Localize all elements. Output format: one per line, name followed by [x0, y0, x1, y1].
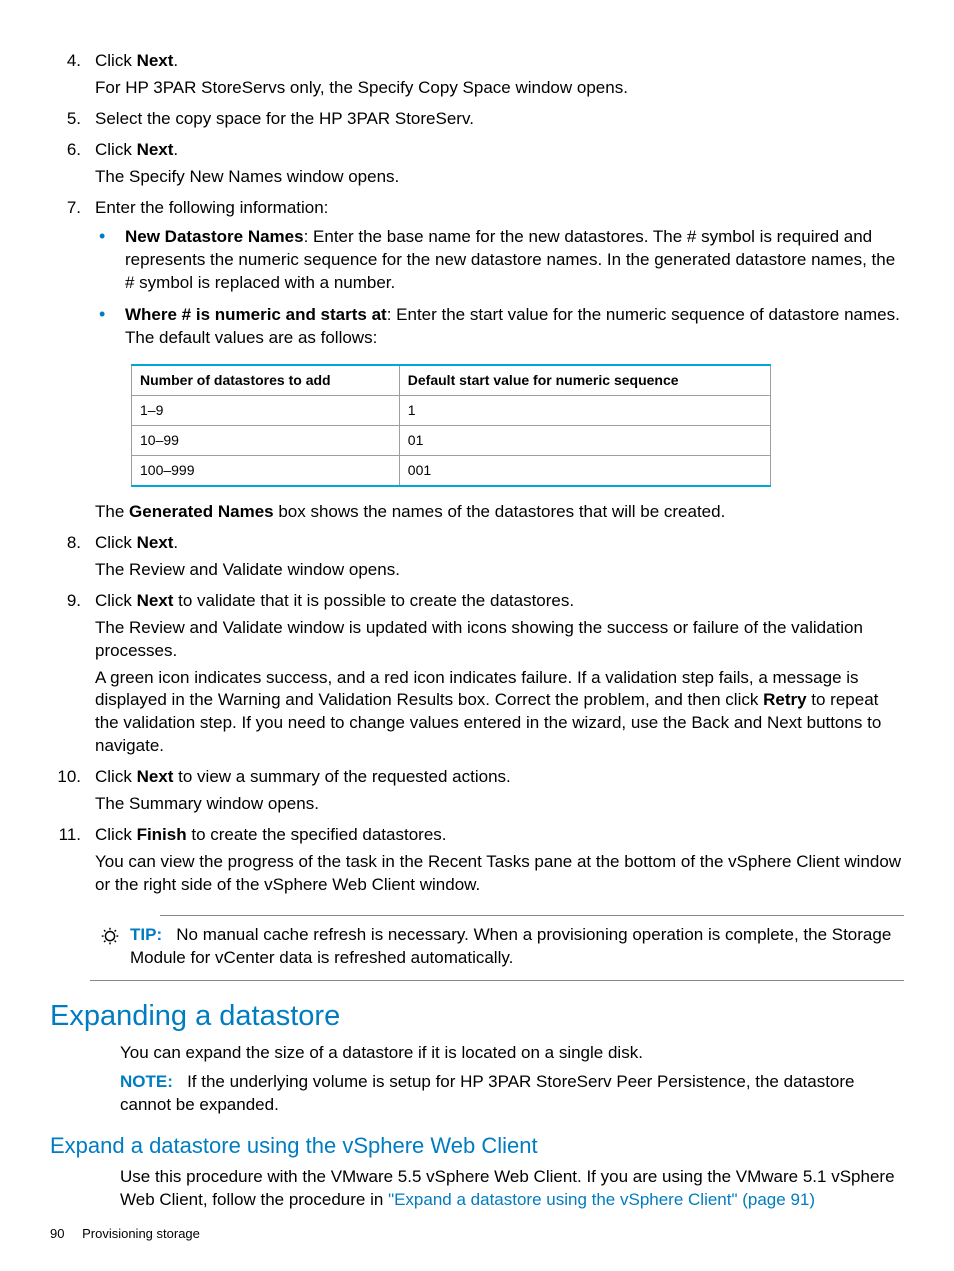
bullet-icon: •	[95, 304, 125, 354]
step-body: Click Finish to create the specified dat…	[95, 824, 904, 901]
bullet-list: • New Datastore Names: Enter the base na…	[95, 226, 904, 355]
step-number: 9.	[50, 590, 95, 763]
generated-names-note: The Generated Names box shows the names …	[95, 501, 904, 524]
step-body: Click Next. For HP 3PAR StoreServs only,…	[95, 50, 904, 104]
step-number: 6.	[50, 139, 95, 193]
step-4: 4. Click Next. For HP 3PAR StoreServs on…	[50, 50, 904, 104]
step-5: 5. Select the copy space for the HP 3PAR…	[50, 108, 904, 135]
step-6: 6. Click Next. The Specify New Names win…	[50, 139, 904, 193]
table-header: Number of datastores to add	[132, 365, 400, 395]
step-number: 4.	[50, 50, 95, 104]
step-body: Select the copy space for the HP 3PAR St…	[95, 108, 904, 135]
tip-lightbulb-icon	[90, 924, 130, 970]
section-body: You can expand the size of a datastore i…	[120, 1042, 904, 1117]
step-body: Enter the following information: • New D…	[95, 197, 904, 528]
divider	[90, 980, 904, 981]
defaults-table: Number of datastores to add Default star…	[131, 364, 771, 487]
bullet-item: • New Datastore Names: Enter the base na…	[95, 226, 904, 299]
heading-expand-web-client: Expand a datastore using the vSphere Web…	[50, 1131, 904, 1161]
step-number: 11.	[50, 824, 95, 901]
page-number: 90	[50, 1226, 64, 1241]
step-7: 7. Enter the following information: • Ne…	[50, 197, 904, 528]
table-header: Default start value for numeric sequence	[399, 365, 770, 395]
heading-expanding-datastore: Expanding a datastore	[50, 997, 904, 1036]
table-row: 10–99 01	[132, 426, 771, 456]
link-expand-vsphere-client[interactable]: "Expand a datastore using the vSphere Cl…	[388, 1190, 815, 1209]
step-body: Click Next to validate that it is possib…	[95, 590, 904, 763]
step-11: 11. Click Finish to create the specified…	[50, 824, 904, 901]
ordered-steps: 4. Click Next. For HP 3PAR StoreServs on…	[50, 50, 904, 901]
section-body: Use this procedure with the VMware 5.5 v…	[120, 1166, 904, 1212]
divider	[160, 915, 904, 916]
step-number: 5.	[50, 108, 95, 135]
page-footer: 90 Provisioning storage	[50, 1225, 200, 1243]
step-body: Click Next to view a summary of the requ…	[95, 766, 904, 820]
step-9: 9. Click Next to validate that it is pos…	[50, 590, 904, 763]
tip-label: TIP:	[130, 925, 162, 944]
bullet-item: • Where # is numeric and starts at: Ente…	[95, 304, 904, 354]
note-label: NOTE:	[120, 1072, 173, 1091]
note-text: If the underlying volume is setup for HP…	[120, 1072, 855, 1114]
page: 4. Click Next. For HP 3PAR StoreServs on…	[0, 0, 954, 1271]
step-body: Click Next. The Specify New Names window…	[95, 139, 904, 193]
step-10: 10. Click Next to view a summary of the …	[50, 766, 904, 820]
table-row: 1–9 1	[132, 396, 771, 426]
step-body: Click Next. The Review and Validate wind…	[95, 532, 904, 586]
step-number: 8.	[50, 532, 95, 586]
tip-block: TIP: No manual cache refresh is necessar…	[90, 924, 904, 970]
step-number: 10.	[50, 766, 95, 820]
step-number: 7.	[50, 197, 95, 528]
bullet-icon: •	[95, 226, 125, 299]
step-8: 8. Click Next. The Review and Validate w…	[50, 532, 904, 586]
table-row: 100–999 001	[132, 455, 771, 485]
tip-text: No manual cache refresh is necessary. Wh…	[130, 925, 891, 967]
footer-title: Provisioning storage	[82, 1226, 200, 1241]
